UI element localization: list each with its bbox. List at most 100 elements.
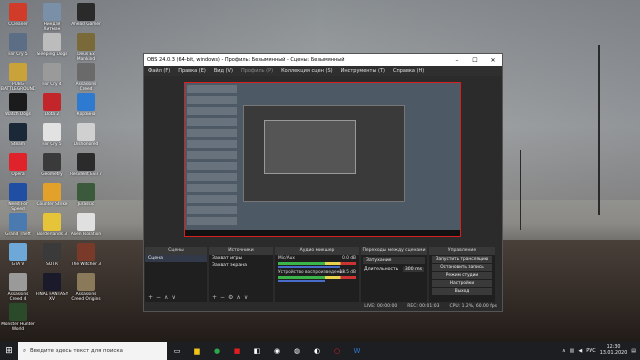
start-stream-button[interactable]: Запустить трансляцию [432, 256, 492, 263]
app-icon [43, 33, 61, 51]
dock-area: Сцены Сцена +−∧∨ Источники Захват игры З… [144, 247, 502, 303]
wallpaper-pole [520, 150, 521, 230]
desktop-icon[interactable]: Monster Hunter World [1, 301, 35, 342]
volume-slider[interactable] [278, 280, 325, 282]
network-icon[interactable]: ▥ [570, 348, 575, 354]
scene-item[interactable]: Сцена [145, 255, 207, 262]
desktop-icon[interactable]: FINAL FANTASY XV [35, 271, 69, 312]
source-item[interactable]: Захват игры [209, 255, 273, 262]
mixer-channel: Устройство воспроизведения -13.5 dB [275, 269, 359, 283]
transition-duration: Длительность 300 ms [361, 266, 427, 273]
title-bar[interactable]: OBS 24.0.3 (64-bit, windows) - Профиль: … [144, 54, 502, 66]
windows-start-icon[interactable]: ⊞ [0, 346, 18, 356]
notifications-icon[interactable]: ▤ [631, 348, 636, 354]
file-explorer-icon[interactable]: ▆ [187, 342, 207, 360]
app-icon [9, 123, 27, 141]
controls-header: Управление [429, 247, 495, 255]
app-icon [9, 93, 27, 111]
minimize-icon[interactable]: – [448, 57, 466, 64]
menu-view[interactable]: Вид (V) [210, 68, 237, 74]
source-controls[interactable]: +−⚙∧∨ [212, 294, 251, 301]
rec-time: REC: 00:01:03 [407, 304, 440, 309]
scenes-dock: Сцены Сцена +−∧∨ [145, 247, 207, 303]
volume-icon[interactable]: ◀ [578, 348, 582, 354]
mixer-header: Аудио микшер [275, 247, 359, 255]
store-icon[interactable]: ◧ [247, 342, 267, 360]
channel-name: Устройство воспроизведения [278, 270, 345, 275]
app-icon [77, 183, 95, 201]
word-icon[interactable]: W [347, 342, 367, 360]
clock-date: 13.01.2020 [599, 351, 628, 356]
app-icon [77, 33, 95, 51]
preview-canvas[interactable] [184, 82, 461, 237]
app-icon [9, 213, 27, 231]
app-icon [43, 123, 61, 141]
app-icon [77, 3, 95, 21]
close-icon[interactable]: ✕ [484, 57, 502, 64]
whatsapp-icon[interactable]: ● [207, 342, 227, 360]
steam-icon[interactable]: ◍ [287, 342, 307, 360]
desktop-icon[interactable]: Assassins Creed Origins [69, 271, 103, 312]
source-item[interactable]: Захват экрана [209, 262, 273, 269]
app-icon [9, 273, 27, 291]
search-box[interactable]: ⌕ Введите здесь текст для поиска [18, 342, 167, 360]
settings-button[interactable]: Настройки [432, 280, 492, 287]
window-title: OBS 24.0.3 (64-bit, windows) - Профиль: … [147, 57, 345, 63]
opera-icon[interactable]: ○ [327, 342, 347, 360]
exit-button[interactable]: Выход [432, 288, 492, 295]
app-icon [43, 153, 61, 171]
volume-slider[interactable] [278, 266, 341, 268]
menu-file[interactable]: Файл (F) [144, 68, 174, 74]
taskbar: ⊞ ⌕ Введите здесь текст для поиска ▭ ▆ ●… [0, 342, 640, 360]
duration-label: Длительность [364, 267, 399, 272]
cpu-fps: CPU: 1.2%, 60.00 fps [449, 304, 498, 309]
language-indicator[interactable]: РУС [586, 348, 596, 354]
tray-chevron-icon[interactable]: ∧ [562, 348, 566, 354]
duration-input[interactable]: 300 ms [402, 267, 424, 272]
menu-edit[interactable]: Правка (E) [174, 68, 210, 74]
sources-header: Источники [209, 247, 273, 255]
stop-recording-button[interactable]: Остановить запись [432, 264, 492, 271]
status-bar: LIVE: 00:00:00 REC: 00:01:03 CPU: 1.2%, … [144, 302, 502, 311]
app-icon [43, 93, 61, 111]
system-tray: ∧ ▥ ◀ РУС 12:30 13.01.2020 ▤ [562, 342, 640, 360]
maximize-icon[interactable]: ☐ [466, 57, 484, 64]
controls-dock: Управление Запустить трансляцию Останови… [429, 247, 495, 303]
menu-tools[interactable]: Инструменты (T) [337, 68, 389, 74]
channel-db: -13.5 dB [337, 270, 356, 275]
transitions-header: Переходы между сценами [361, 247, 427, 255]
app-icon [43, 213, 61, 231]
obs-icon[interactable]: ◉ [267, 342, 287, 360]
app-icon [9, 153, 27, 171]
studio-mode-button[interactable]: Режим студии [432, 272, 492, 279]
volume-meter [278, 276, 356, 279]
search-icon: ⌕ [23, 347, 27, 354]
preview-nested-window [264, 120, 356, 174]
preview-taskbar [185, 230, 460, 236]
volume-meter [278, 262, 356, 265]
menu-bar: Файл (F) Правка (E) Вид (V) Профиль (P) … [144, 66, 502, 76]
scenes-header: Сцены [145, 247, 207, 255]
desktop-icon-label: Monster Hunter World [1, 322, 35, 332]
app-icon [77, 63, 95, 81]
app-icon [77, 213, 95, 231]
app-icon [43, 63, 61, 81]
app-icon [77, 93, 95, 111]
menu-help[interactable]: Справка (H) [389, 68, 428, 74]
wallpaper-pole [598, 45, 600, 215]
app-icon[interactable]: ◐ [307, 342, 327, 360]
app-icon [43, 183, 61, 201]
app-icon [77, 123, 95, 141]
scene-controls[interactable]: +−∧∨ [148, 294, 179, 301]
channel-name: Mic/Aux [278, 256, 295, 261]
transition-select[interactable]: Затухание [363, 257, 425, 264]
channel-db: 0.0 dB [342, 256, 356, 261]
menu-profile[interactable]: Профиль (P) [237, 68, 277, 74]
clock[interactable]: 12:30 13.01.2020 [600, 345, 627, 357]
app-icon [43, 243, 61, 261]
app-icon [43, 273, 61, 291]
app-icon [9, 3, 27, 21]
app-64-icon[interactable]: ■ [227, 342, 247, 360]
menu-scene-collection[interactable]: Коллекция сцен (S) [277, 68, 337, 74]
task-view-icon[interactable]: ▭ [167, 342, 187, 360]
